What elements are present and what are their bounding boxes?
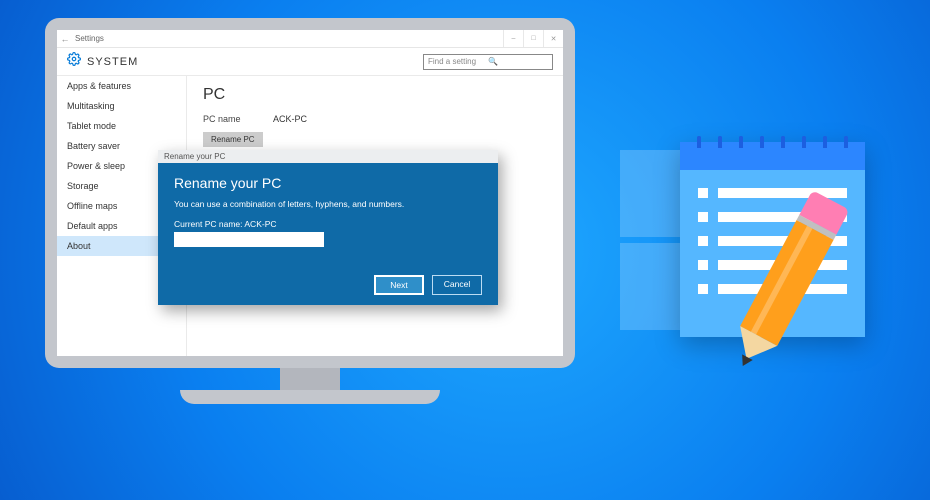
sidebar-item-multitasking[interactable]: Multitasking xyxy=(57,96,186,116)
sidebar-item-apps-features[interactable]: Apps & features xyxy=(57,76,186,96)
new-pc-name-input[interactable] xyxy=(174,232,324,247)
settings-header: SYSTEM Find a setting 🔍 xyxy=(57,48,563,76)
dialog-subtitle: You can use a combination of letters, hy… xyxy=(174,199,482,209)
search-input[interactable]: Find a setting 🔍 xyxy=(423,54,553,70)
search-placeholder: Find a setting xyxy=(428,57,488,66)
sidebar-item-tablet-mode[interactable]: Tablet mode xyxy=(57,116,186,136)
pc-name-label: PC name xyxy=(203,114,273,124)
back-button[interactable]: ← xyxy=(57,34,73,44)
current-pc-name-label: Current PC name: ACK-PC xyxy=(174,219,482,229)
minimize-button[interactable]: – xyxy=(503,30,523,47)
dialog-titlebar: Rename your PC xyxy=(158,150,498,163)
dialog-heading: Rename your PC xyxy=(174,175,482,191)
section-label: SYSTEM xyxy=(87,56,423,68)
rename-pc-dialog: Rename your PC Rename your PC You can us… xyxy=(158,150,498,305)
close-button[interactable]: ✕ xyxy=(543,30,563,47)
page-title: PC xyxy=(203,86,547,104)
next-button[interactable]: Next xyxy=(374,275,424,295)
gear-icon xyxy=(67,52,81,71)
window-title: Settings xyxy=(73,34,503,43)
search-icon: 🔍 xyxy=(488,57,548,66)
cancel-button[interactable]: Cancel xyxy=(432,275,482,295)
window-titlebar: ← Settings – □ ✕ xyxy=(57,30,563,48)
pc-name-value: ACK-PC xyxy=(273,114,547,124)
rename-pc-button[interactable]: Rename PC xyxy=(203,132,263,147)
maximize-button[interactable]: □ xyxy=(523,30,543,47)
